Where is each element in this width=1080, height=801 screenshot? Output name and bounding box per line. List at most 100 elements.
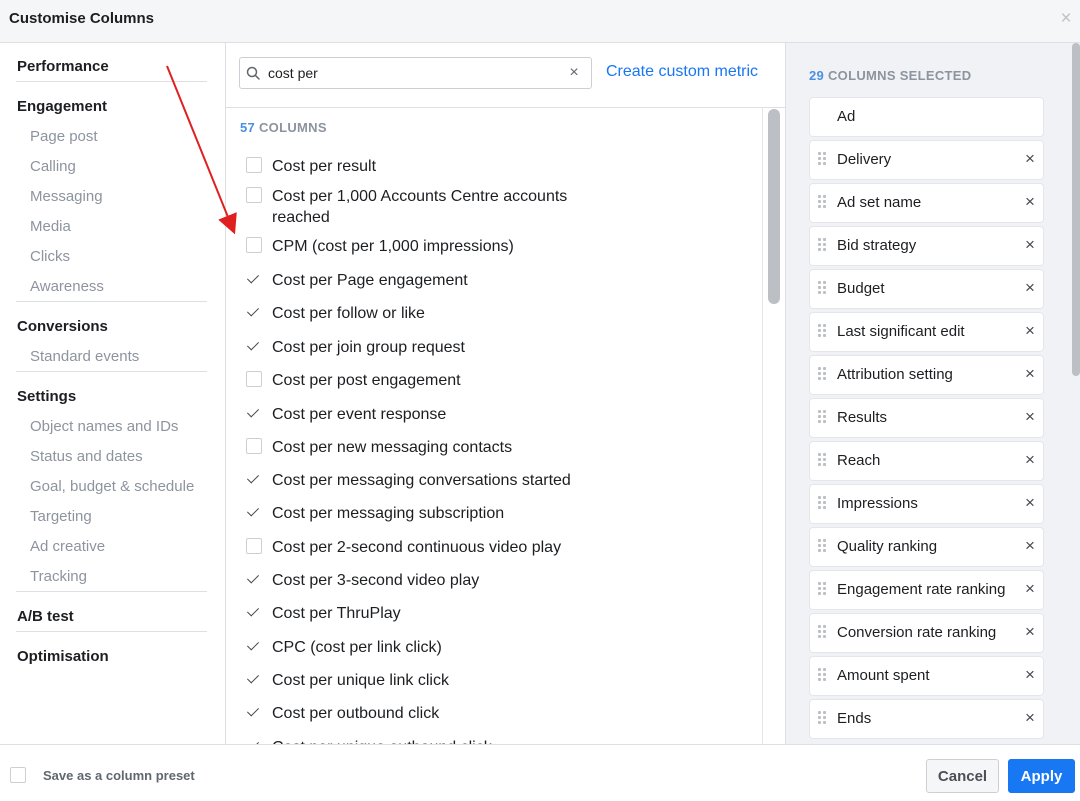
selected-column-item[interactable]: Ad set name × [810, 184, 1043, 222]
metric-row[interactable]: Cost per event response [246, 404, 592, 425]
selected-column-item[interactable]: Bid strategy × [810, 227, 1043, 265]
remove-column-icon[interactable]: × [1023, 408, 1037, 426]
nav-group-optimisation[interactable]: Optimisation [17, 648, 109, 665]
drag-handle-icon[interactable] [818, 324, 826, 338]
metric-row[interactable]: Cost per result [246, 156, 592, 177]
checkbox-checked[interactable] [246, 471, 262, 487]
drag-handle-icon[interactable] [818, 410, 826, 424]
metrics-scrollbar[interactable] [762, 107, 784, 744]
drag-handle-icon[interactable] [818, 496, 826, 510]
metric-row[interactable]: Cost per post engagement [246, 370, 592, 391]
remove-column-icon[interactable]: × [1023, 322, 1037, 340]
checkbox-unchecked[interactable] [246, 538, 262, 554]
nav-group-engagement[interactable]: Engagement [17, 98, 107, 115]
search-input[interactable] [268, 63, 558, 83]
remove-column-icon[interactable]: × [1023, 236, 1037, 254]
metric-row[interactable]: Cost per join group request [246, 337, 592, 358]
drag-handle-icon[interactable] [818, 453, 826, 467]
checkbox-checked[interactable] [246, 604, 262, 620]
cancel-button[interactable]: Cancel [926, 759, 999, 793]
nav-group-performance[interactable]: Performance [17, 58, 109, 75]
remove-column-icon[interactable]: × [1023, 623, 1037, 641]
drag-handle-icon[interactable] [818, 711, 826, 725]
remove-column-icon[interactable]: × [1023, 365, 1037, 383]
metric-row[interactable]: Cost per messaging subscription [246, 503, 592, 524]
selected-column-item[interactable]: Attribution setting × [810, 356, 1043, 394]
selected-column-item[interactable]: Conversion rate ranking × [810, 614, 1043, 652]
checkbox-checked[interactable] [246, 704, 262, 720]
nav-item-clicks[interactable]: Clicks [30, 248, 70, 265]
selected-column-item[interactable]: Ad [810, 98, 1043, 136]
drag-handle-icon[interactable] [818, 367, 826, 381]
nav-item-status-and-dates[interactable]: Status and dates [30, 448, 143, 465]
drag-handle-icon[interactable] [818, 195, 826, 209]
nav-group-a-b-test[interactable]: A/B test [17, 608, 74, 625]
nav-item-object-names-and-ids[interactable]: Object names and IDs [30, 418, 178, 435]
checkbox-unchecked[interactable] [246, 438, 262, 454]
selected-column-item[interactable]: Last significant edit × [810, 313, 1043, 351]
metric-row[interactable]: Cost per messaging conversations started [246, 470, 592, 491]
selected-column-item[interactable]: Results × [810, 399, 1043, 437]
checkbox-checked[interactable] [246, 304, 262, 320]
nav-item-media[interactable]: Media [30, 218, 71, 235]
metric-row[interactable]: Cost per follow or like [246, 303, 592, 324]
remove-column-icon[interactable]: × [1023, 709, 1037, 727]
scroll-thumb[interactable] [768, 109, 780, 304]
nav-item-tracking[interactable]: Tracking [30, 568, 87, 585]
nav-group-settings[interactable]: Settings [17, 388, 76, 405]
clear-search-icon[interactable]: × [567, 65, 581, 81]
remove-column-icon[interactable]: × [1023, 537, 1037, 555]
metric-row[interactable]: CPM (cost per 1,000 impressions) [246, 236, 592, 257]
close-icon[interactable]: × [1058, 9, 1074, 29]
nav-item-page-post[interactable]: Page post [30, 128, 98, 145]
checkbox-checked[interactable] [246, 671, 262, 687]
metric-row[interactable]: Cost per outbound click [246, 703, 592, 724]
remove-column-icon[interactable]: × [1023, 451, 1037, 469]
nav-item-targeting[interactable]: Targeting [30, 508, 92, 525]
checkbox-checked[interactable] [246, 638, 262, 654]
selected-column-item[interactable]: Quality ranking × [810, 528, 1043, 566]
nav-item-messaging[interactable]: Messaging [30, 188, 103, 205]
metric-row[interactable]: CPC (cost per link click) [246, 637, 592, 658]
metric-row[interactable]: Cost per unique outbound click [246, 737, 592, 744]
selected-column-item[interactable]: Engagement rate ranking × [810, 571, 1043, 609]
remove-column-icon[interactable]: × [1023, 193, 1037, 211]
metric-row[interactable]: Cost per 1,000 Accounts Centre accounts … [246, 186, 592, 228]
nav-item-calling[interactable]: Calling [30, 158, 76, 175]
drag-handle-icon[interactable] [818, 625, 826, 639]
metric-row[interactable]: Cost per 2-second continuous video play [246, 537, 592, 558]
checkbox-unchecked[interactable] [246, 157, 262, 173]
checkbox-unchecked[interactable] [246, 237, 262, 253]
drag-handle-icon[interactable] [818, 668, 826, 682]
save-preset-checkbox[interactable] [10, 767, 26, 783]
checkbox-checked[interactable] [246, 571, 262, 587]
selected-column-item[interactable]: Budget × [810, 270, 1043, 308]
apply-button[interactable]: Apply [1008, 759, 1075, 793]
checkbox-checked[interactable] [246, 405, 262, 421]
remove-column-icon[interactable]: × [1023, 666, 1037, 684]
selected-column-item[interactable]: Amount spent × [810, 657, 1043, 695]
selected-column-item[interactable]: Ends × [810, 700, 1043, 738]
drag-handle-icon[interactable] [818, 152, 826, 166]
remove-column-icon[interactable]: × [1023, 494, 1037, 512]
nav-item-ad-creative[interactable]: Ad creative [30, 538, 105, 555]
scroll-thumb[interactable] [1072, 43, 1080, 376]
remove-column-icon[interactable]: × [1023, 279, 1037, 297]
remove-column-icon[interactable]: × [1023, 580, 1037, 598]
checkbox-checked[interactable] [246, 271, 262, 287]
search-box[interactable]: × [239, 57, 592, 89]
selected-column-item[interactable]: Delivery × [810, 141, 1043, 179]
checkbox-checked[interactable] [246, 338, 262, 354]
metric-row[interactable]: Cost per Page engagement [246, 270, 592, 291]
selected-scrollbar[interactable] [1068, 43, 1080, 744]
metric-row[interactable]: Cost per 3-second video play [246, 570, 592, 591]
drag-handle-icon[interactable] [818, 582, 826, 596]
drag-handle-icon[interactable] [818, 539, 826, 553]
nav-item-goal-budget-schedule[interactable]: Goal, budget & schedule [30, 478, 194, 495]
drag-handle-icon[interactable] [818, 238, 826, 252]
create-custom-metric-link[interactable]: Create custom metric [606, 63, 758, 81]
nav-item-awareness[interactable]: Awareness [30, 278, 104, 295]
nav-group-conversions[interactable]: Conversions [17, 318, 108, 335]
checkbox-checked[interactable] [246, 504, 262, 520]
drag-handle-icon[interactable] [818, 281, 826, 295]
